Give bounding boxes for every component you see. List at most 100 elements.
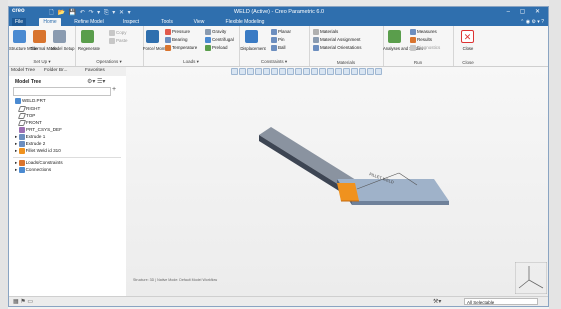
tab-tools[interactable]: Tools (157, 18, 177, 26)
material-orientations-icon (313, 45, 319, 51)
analyses-studies-icon[interactable] (388, 30, 401, 43)
tab-flexible-modeling[interactable]: Flexible Modeling (222, 18, 268, 26)
simulation-display-icon[interactable] (335, 68, 342, 75)
annotation-display-icon[interactable] (303, 68, 310, 75)
zoom-in-icon[interactable] (239, 68, 246, 75)
loads-icon (18, 160, 25, 166)
close-icon[interactable]: ✕ (461, 30, 474, 43)
tab-home[interactable]: Home (39, 18, 61, 26)
pin-button[interactable]: Pin (271, 37, 285, 43)
view-toolbar (231, 68, 421, 77)
constraints-display-icon[interactable] (327, 68, 334, 75)
material-assignment-button[interactable]: Material Assignment (313, 37, 361, 43)
close-button-label[interactable]: Close (453, 46, 483, 51)
named-view-icon[interactable] (351, 68, 358, 75)
tree-item-csys[interactable]: PRT_CSYS_DEF (19, 127, 62, 133)
saved-views-icon[interactable] (263, 68, 270, 75)
materials-button[interactable]: Materials (313, 29, 338, 35)
tree-item-front[interactable]: FRONT (17, 120, 42, 126)
planar-button[interactable]: Planar (271, 29, 291, 35)
planar-icon (271, 29, 277, 35)
tree-item-extrude-2[interactable]: ▸ Extrude 2 (15, 141, 45, 147)
mesh-icon[interactable] (367, 68, 374, 75)
tab-model-tree[interactable]: Model Tree (11, 68, 35, 73)
tree-item-root[interactable]: WELD.PRT (15, 98, 46, 104)
tree-item-fillet-weld[interactable]: ▸ Fillet Weld id 310 (15, 148, 61, 154)
tree-item-extrude-1[interactable]: ▸ Extrude 1 (15, 134, 45, 140)
gravity-button[interactable]: Gravity (205, 29, 226, 35)
weld-icon (18, 148, 25, 154)
diagnostics-icon (410, 45, 416, 51)
tree-item-label: Extrude 2 (25, 141, 46, 147)
copy-button[interactable]: Copy (109, 30, 127, 36)
perspective-icon[interactable] (287, 68, 294, 75)
group-constraints-label[interactable]: Constraints ▾ (239, 59, 309, 65)
add-filter-icon[interactable]: + (112, 86, 116, 93)
paste-button[interactable]: Paste (109, 38, 128, 44)
tab-favorites[interactable]: Favorites (85, 68, 105, 73)
centrifugal-button[interactable]: Centrifugal (205, 37, 234, 43)
loads-display-icon[interactable] (319, 68, 326, 75)
selection-filter-icon[interactable]: ⚒▾ (433, 298, 441, 305)
selection-filter-dropdown[interactable]: All Selectable (464, 298, 538, 305)
results-icon (410, 37, 416, 43)
backdrop-right (549, 0, 561, 309)
pressure-button[interactable]: Pressure (165, 29, 190, 35)
tab-file[interactable]: File (12, 18, 26, 26)
display-style-icon[interactable] (271, 68, 278, 75)
measures-button[interactable]: Measures (410, 29, 437, 35)
backdrop-left (0, 0, 8, 309)
bearing-button[interactable]: Bearing (165, 37, 188, 43)
zoom-out-icon[interactable] (247, 68, 254, 75)
tree-item-connections[interactable]: ▸ Connections (15, 167, 51, 173)
status-bar: ▦ ⚑ ▭ ⚒▾ All Selectable (9, 296, 548, 306)
refit-icon[interactable] (231, 68, 238, 75)
group-loads-label[interactable]: Loads ▾ (143, 59, 239, 65)
app-logo[interactable]: creo (12, 8, 25, 14)
displacement-icon[interactable] (245, 30, 258, 43)
copy-label: Copy (116, 30, 127, 36)
highlight-icon[interactable] (375, 68, 382, 75)
copy-icon (109, 30, 115, 36)
group-operations-label[interactable]: Operations ▾ (75, 59, 143, 65)
results-button[interactable]: Results (410, 37, 432, 43)
extrude-icon (18, 141, 25, 147)
ball-button[interactable]: Ball (271, 45, 286, 51)
ribbon-options[interactable]: ⌃ ◉ ⚙ ▾ ? (520, 18, 544, 26)
tab-inspect[interactable]: Inspect (119, 18, 143, 26)
tree-item-top[interactable]: TOP (17, 113, 35, 119)
weld-model[interactable]: FILLET WELD (259, 127, 519, 257)
repaint-icon[interactable] (255, 68, 262, 75)
tree-search-input[interactable] (13, 87, 111, 96)
window-controls[interactable]: – ▢ ✕ (507, 8, 544, 15)
tab-view[interactable]: View (189, 18, 209, 26)
tree-settings-icon[interactable]: ⚙▾ ☰▾ (87, 78, 105, 85)
force-moment-icon[interactable] (146, 30, 159, 43)
model-setup-label: Model Setup (51, 46, 75, 51)
hide-icon[interactable] (359, 68, 366, 75)
thermal-mode-icon[interactable] (33, 30, 46, 43)
view-manager-icon[interactable] (279, 68, 286, 75)
tab-folder-browser[interactable]: Folder Br... (44, 68, 67, 73)
tree-item-right[interactable]: RIGHT (17, 106, 40, 112)
status-icons[interactable]: ▦ ⚑ ▭ (13, 298, 33, 305)
model-setup-icon[interactable] (53, 30, 66, 43)
regenerate-icon[interactable] (81, 30, 94, 43)
tab-refine-model[interactable]: Refine Model (69, 18, 109, 26)
preload-button[interactable]: Preload (205, 45, 228, 51)
group-setup-label[interactable]: Set Up ▾ (9, 59, 75, 65)
material-orientations-button[interactable]: Material Orientations (313, 45, 362, 51)
spin-center-icon[interactable] (311, 68, 318, 75)
section-view-icon[interactable] (343, 68, 350, 75)
diagnostics-button[interactable]: Diagnostics (410, 45, 440, 51)
results-label: Results (417, 37, 433, 43)
tree-item-label: WELD.PRT (22, 98, 46, 104)
datum-display-icon[interactable] (295, 68, 302, 75)
ribbon: Structure Mode Thermal Mode Model Setup … (9, 26, 548, 67)
tree-item-loads-constraints[interactable]: ▸ Loads/Constraints (15, 160, 63, 166)
tree-item-label: FRONT (26, 120, 42, 126)
ribbon-tabs: File Home Refine Model Inspect Tools Vie… (9, 18, 548, 26)
temperature-button[interactable]: Temperature (165, 45, 197, 51)
structure-mode-icon[interactable] (13, 30, 26, 43)
quick-access-toolbar[interactable]: 🗋 📂 💾 ↶ ↷ ▾ ⎘ ▾ ✕ ▾ (49, 8, 132, 18)
